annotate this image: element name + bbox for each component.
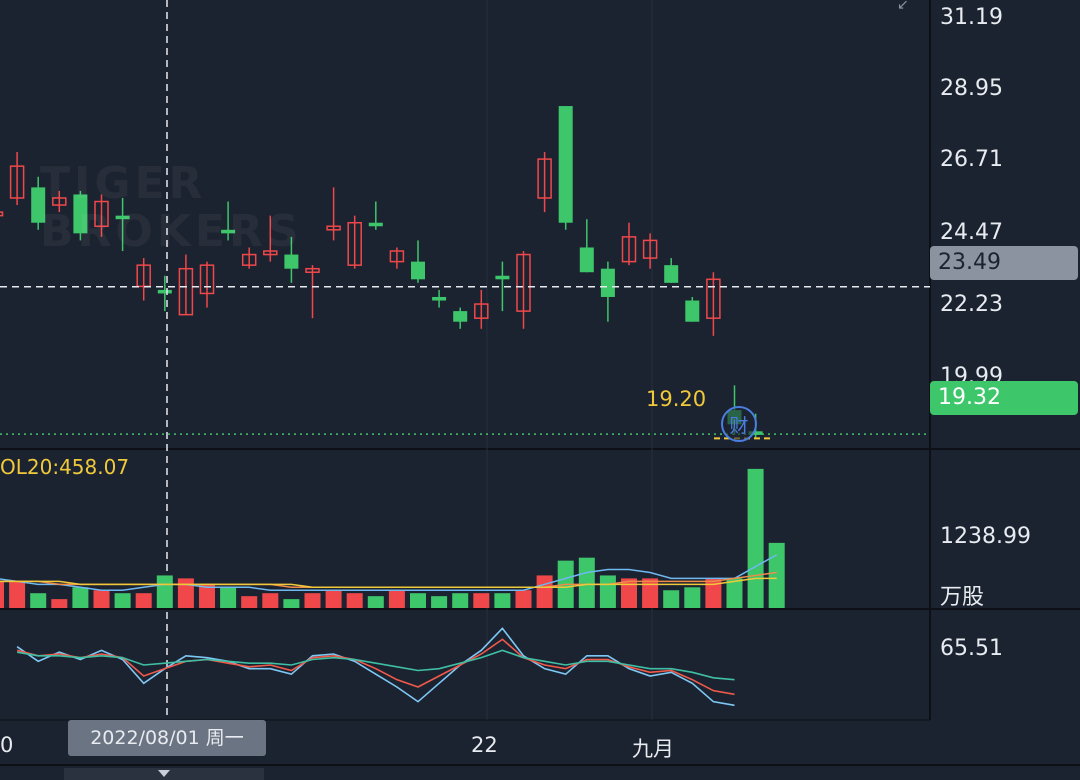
price-tick: 22.23	[940, 292, 1003, 317]
candle-body	[600, 268, 615, 297]
volume-bar	[177, 578, 194, 608]
volume-bar	[220, 587, 237, 608]
volume-bar	[768, 542, 785, 608]
volume-bar	[346, 593, 363, 608]
volume-bar	[304, 593, 321, 608]
watermark-line2: BROKERS	[40, 206, 303, 257]
volume-bar	[747, 468, 764, 608]
x-axis-label: 九月	[632, 737, 674, 761]
volume-bar	[494, 593, 511, 608]
volume-bar	[663, 590, 680, 608]
candle-body	[664, 265, 679, 283]
volume-bar	[642, 578, 659, 608]
stock-chart-stage[interactable]: TIGER BROKERS ↙ 31.19 28.95 26.71 24.47 …	[0, 0, 1080, 780]
volume-bar	[515, 590, 532, 608]
last-price-badge: 19.32	[930, 381, 1078, 415]
x-axis-label: 22	[471, 733, 498, 757]
volume-bar	[51, 599, 68, 608]
volume-bar	[410, 593, 426, 608]
candle-body	[579, 247, 594, 273]
chart-canvas[interactable]	[0, 0, 1080, 780]
indicator-tick: 65.51	[940, 636, 1003, 661]
candle-body	[453, 311, 468, 322]
candle-body	[685, 300, 700, 322]
volume-bar	[262, 593, 279, 608]
volume-bar	[367, 596, 384, 608]
volume-tick: 1238.99	[940, 524, 1031, 549]
price-marker-label: 19.20	[646, 387, 707, 411]
volume-bar	[9, 581, 26, 608]
volume-unit: 万股	[940, 585, 985, 610]
earnings-event-icon[interactable]: 财	[721, 406, 757, 442]
watermark-line1: TIGER	[40, 158, 207, 209]
volume-ma-line	[0, 577, 777, 589]
volume-bar	[473, 593, 490, 608]
volume-bar	[431, 596, 448, 608]
volume-bar	[72, 587, 89, 608]
volume-bar	[684, 587, 701, 608]
candle-body	[0, 211, 4, 217]
volume-bar	[0, 581, 4, 608]
watermark-logo: TIGER BROKERS	[40, 160, 303, 256]
volume-bar	[325, 590, 342, 608]
candle-body	[157, 289, 172, 294]
crosshair-date-badge: 2022/08/01 周一	[68, 720, 266, 756]
volume-bar	[452, 593, 469, 608]
candle-body	[495, 275, 510, 280]
candle-body	[411, 261, 425, 280]
volume-bar	[283, 599, 300, 608]
volume-bar	[388, 590, 405, 608]
volume-bar	[599, 575, 616, 608]
candle-body	[368, 222, 383, 227]
collapse-arrow-icon[interactable]: ↙	[897, 0, 915, 12]
volume-bar	[156, 575, 173, 608]
price-tick: 26.71	[940, 147, 1003, 172]
volume-bar	[114, 593, 131, 608]
volume-bar	[30, 593, 47, 608]
volume-bar	[93, 590, 110, 608]
indicator-line	[16, 638, 735, 696]
candle-body	[432, 296, 447, 301]
volume-bar	[536, 575, 553, 608]
price-tick: 31.19	[940, 5, 1003, 30]
volume-bar	[241, 596, 258, 608]
crosshair-price-badge: 23.49	[930, 246, 1078, 280]
volume-bar	[578, 557, 595, 608]
scroll-arrow-icon[interactable]	[158, 770, 170, 777]
candle-body	[558, 106, 573, 223]
volume-ma-label: OL20:458.07	[0, 455, 130, 479]
indicator-line	[16, 649, 735, 681]
price-tick: 28.95	[940, 76, 1003, 101]
price-tick: 24.47	[940, 220, 1003, 245]
volume-bar	[135, 593, 152, 608]
x-axis-label: 0	[0, 733, 14, 757]
